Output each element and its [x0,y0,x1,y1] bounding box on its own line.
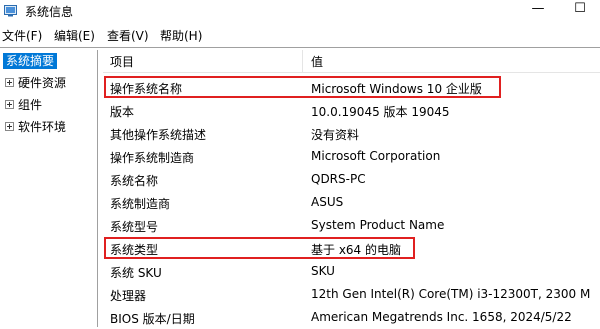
tree-item-software-environment[interactable]: 软件环境 [5,118,66,136]
table-row[interactable]: 处理器 12th Gen Intel(R) Core(TM) i3-12300T… [103,283,600,306]
table-row[interactable]: BIOS 版本/日期 American Megatrends Inc. 1658… [103,306,600,329]
row-value: 没有资料 [311,128,360,142]
highlight-box-os-name [104,76,501,98]
table-row[interactable]: 其他操作系统描述 没有资料 [103,122,600,145]
row-name: 操作系统制造商 [110,151,195,165]
table-header: 项目 值 [103,50,600,73]
row-name: 系统型号 [110,220,159,234]
row-name: BIOS 版本/日期 [110,312,195,326]
table-row[interactable]: 系统制造商 ASUS [103,191,600,214]
row-name: 版本 [110,105,135,119]
menu-view[interactable]: 查看(V) [107,27,149,44]
row-name: 系统 SKU [110,266,162,280]
tree-item-label: 硬件资源 [18,76,67,90]
category-tree[interactable]: 系统摘要 硬件资源 组件 软件环境 [2,50,98,327]
menu-file[interactable]: 文件(F) [2,27,42,44]
table-row[interactable]: 版本 10.0.19045 版本 19045 [103,99,600,122]
tree-item-system-summary[interactable]: 系统摘要 [3,53,58,69]
tree-item-label: 组件 [18,98,43,112]
window-title: 系统信息 [25,5,74,19]
row-value: 12th Gen Intel(R) Core(TM) i3-12300T, 23… [311,287,591,301]
column-header-item[interactable]: 项目 [110,53,134,70]
row-value: 10.0.19045 版本 19045 [311,105,450,119]
table-row[interactable]: 系统型号 System Product Name [103,214,600,237]
expand-icon[interactable] [5,78,14,87]
row-value: ASUS [311,195,344,209]
row-value: SKU [311,264,335,278]
column-header-value[interactable]: 值 [311,53,323,70]
expand-icon[interactable] [5,100,14,109]
expand-icon[interactable] [5,122,14,131]
row-value: System Product Name [311,218,445,232]
menu-bar: 文件(F) 编辑(E) 查看(V) 帮助(H) [0,25,600,45]
menu-edit[interactable]: 编辑(E) [54,27,95,44]
divider [0,47,600,48]
menu-help[interactable]: 帮助(H) [160,27,202,44]
row-name: 系统名称 [110,174,159,188]
maximize-button[interactable]: ☐ [560,0,600,20]
row-value: QDRS-PC [311,172,366,186]
tree-item-hardware-resources[interactable]: 硬件资源 [5,74,66,92]
row-value: Microsoft Corporation [311,149,441,163]
minimize-button[interactable]: — [518,0,558,20]
column-divider[interactable] [302,50,303,72]
tree-item-label: 软件环境 [18,120,67,134]
highlight-box-system-type [104,237,415,259]
table-row[interactable]: 系统 SKU SKU [103,260,600,283]
system-info-icon [4,5,17,17]
row-name: 处理器 [110,289,147,303]
title-bar: 系统信息 — ☐ [0,0,600,22]
row-value: American Megatrends Inc. 1658, 2024/5/22 [311,310,572,324]
row-name: 其他操作系统描述 [110,128,207,142]
table-row[interactable]: 操作系统制造商 Microsoft Corporation [103,145,600,168]
row-name: 系统制造商 [110,197,171,211]
table-row[interactable]: 系统名称 QDRS-PC [103,168,600,191]
tree-item-components[interactable]: 组件 [5,96,42,114]
